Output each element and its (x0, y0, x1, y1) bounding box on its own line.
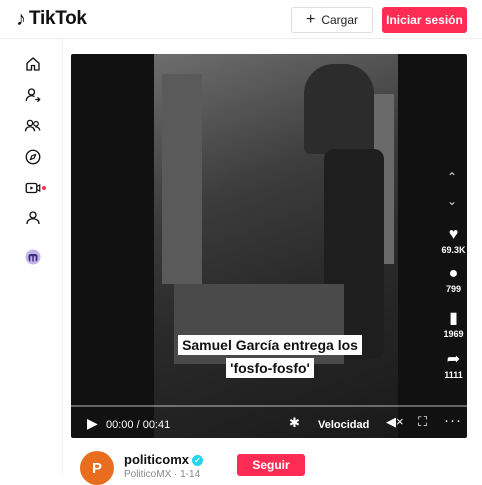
video-player[interactable]: ⌃ ⌄ ♥ 69.3K ● 799 ▮ 1969 ➦ 1111 Samuel G… (71, 54, 467, 438)
like-count: 69.3K (441, 245, 466, 255)
login-button[interactable]: Iniciar sesión (382, 7, 467, 33)
fullscreen-icon[interactable]: ⛶ (418, 414, 427, 430)
mute-icon[interactable]: ◀× (386, 414, 404, 430)
video-controls: ▶ 00:00 / 00:41 ✱ Velocidad ◀× ⛶ ··· (71, 410, 467, 438)
caption-line-2: 'fosfo-fosfo' (226, 358, 314, 378)
tiktok-logo[interactable]: ♪ TikTok (16, 8, 87, 30)
bookmark-action[interactable]: ▮ 1969 (440, 310, 467, 339)
share-icon: ➦ (446, 351, 461, 368)
video-caption: Samuel García entrega los 'fosfo-fosfo' (173, 335, 367, 378)
upload-label: Cargar (321, 13, 359, 27)
plus-icon: + (305, 11, 316, 28)
author-row: P politicomx ✓ PoliticoMX · 1-14 Seguir (80, 446, 480, 485)
username[interactable]: politicomx ✓ (124, 452, 204, 467)
speed-button[interactable]: Velocidad (318, 419, 369, 431)
home-icon[interactable] (22, 53, 44, 75)
avatar[interactable]: P (80, 451, 114, 485)
share-count: 1111 (444, 370, 463, 380)
follow-button[interactable]: Seguir (237, 454, 305, 476)
comment-count: 799 (445, 284, 462, 294)
creator-icon[interactable] (22, 246, 44, 268)
friends-icon[interactable] (22, 115, 44, 137)
share-action[interactable]: ➦ 1111 (440, 351, 467, 380)
comment-icon: ● (448, 265, 459, 282)
more-icon[interactable]: ··· (444, 412, 462, 429)
live-icon[interactable] (22, 177, 44, 199)
caption-line-1: Samuel García entrega los (178, 335, 362, 355)
upload-button[interactable]: + Cargar (291, 7, 373, 33)
bookmark-icon: ▮ (449, 310, 458, 327)
profile-icon[interactable] (22, 207, 44, 229)
play-icon[interactable]: ▶ (87, 415, 98, 432)
username-text: politicomx (124, 452, 190, 467)
sidebar (0, 39, 63, 475)
bookmark-count: 1969 (443, 329, 464, 339)
logo-text: TikTok (29, 8, 87, 29)
like-action[interactable]: ♥ 69.3K (440, 226, 467, 255)
following-icon[interactable] (22, 84, 44, 106)
progress-bar[interactable] (71, 405, 467, 407)
time-display: 00:00 / 00:41 (106, 419, 171, 431)
accessibility-icon[interactable]: ✱ (289, 415, 300, 431)
chevron-up-icon[interactable]: ⌃ (444, 170, 460, 184)
comment-action[interactable]: ● 799 (440, 265, 467, 294)
heart-icon: ♥ (448, 226, 459, 243)
chevron-down-icon[interactable]: ⌄ (444, 194, 460, 208)
top-bar: ♪ TikTok + Cargar Iniciar sesión (0, 0, 482, 39)
video-frame (154, 54, 398, 438)
verified-icon: ✓ (192, 455, 204, 466)
explore-icon[interactable] (22, 146, 44, 168)
tiktok-note-icon: ♪ (16, 8, 26, 30)
